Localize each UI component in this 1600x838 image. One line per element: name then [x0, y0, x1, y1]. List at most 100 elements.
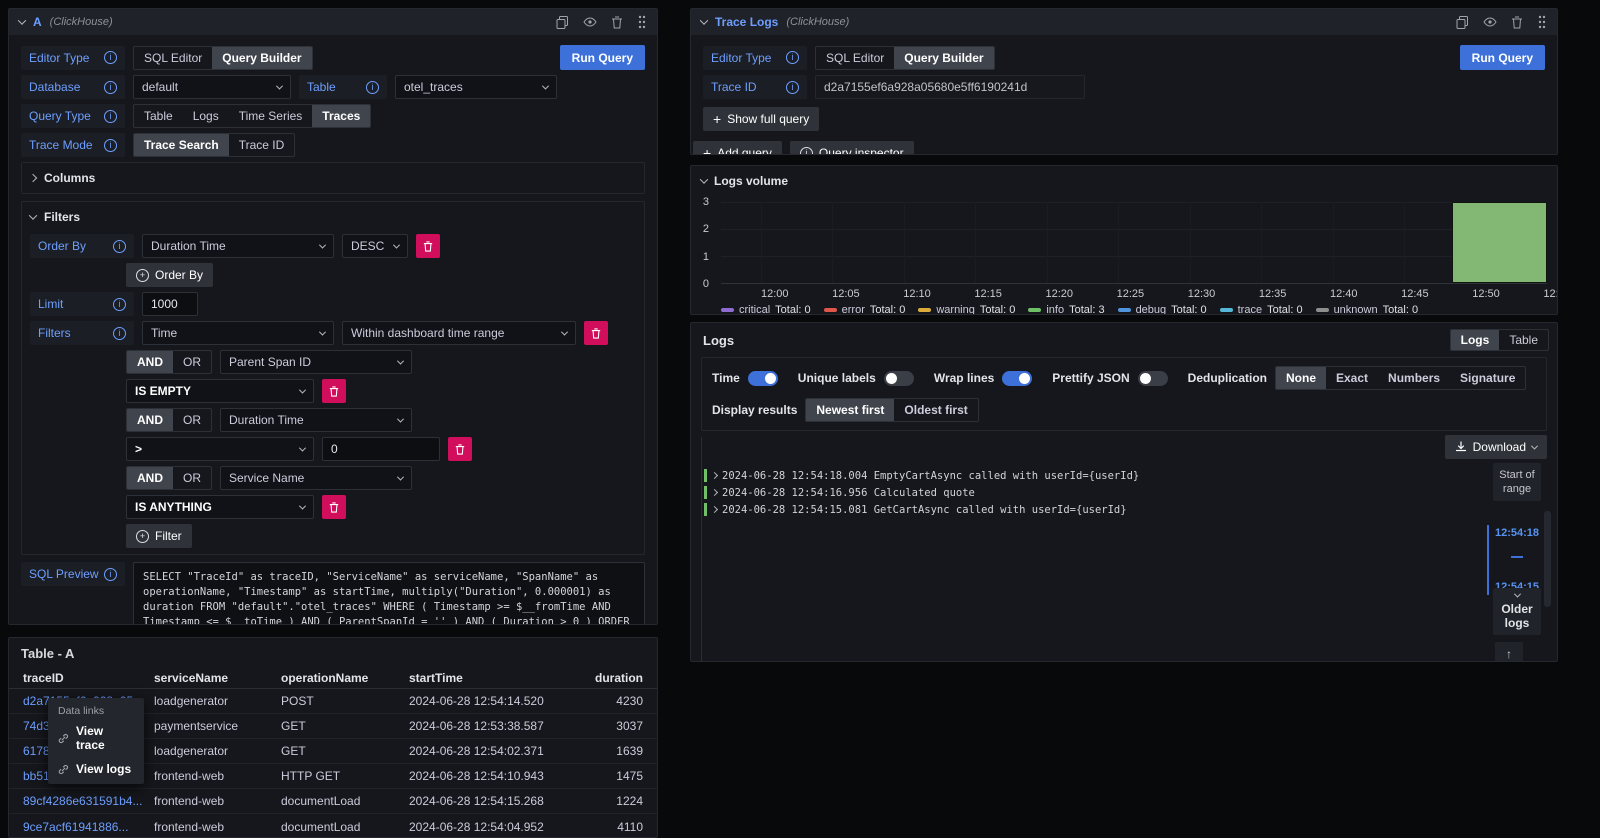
info-icon[interactable]: i — [786, 81, 799, 94]
info-icon[interactable]: i — [104, 51, 117, 64]
trace-id-link[interactable]: 89cf4286e631591b4... — [23, 794, 154, 808]
add-filter-button[interactable]: +Filter — [126, 524, 192, 548]
remove-condition-button[interactable] — [322, 495, 346, 519]
filter-field-select[interactable]: Time — [142, 321, 334, 345]
log-row[interactable]: 2024-06-28 12:54:15.081 GetCartAsync cal… — [704, 501, 1547, 518]
log-range-minimap[interactable]: 12:54:18 12:54:15 — [1487, 525, 1541, 595]
query-inspector-button[interactable]: iQuery inspector — [790, 141, 914, 155]
logs-volume-chart[interactable] — [721, 202, 1547, 284]
info-icon[interactable]: i — [786, 51, 799, 64]
scroll-to-top-button[interactable]: ↑ — [1495, 642, 1523, 662]
view-trace-menu-item[interactable]: View trace — [48, 719, 144, 757]
legend-item[interactable]: infoTotal: 3 — [1028, 304, 1104, 315]
option-logs[interactable]: Logs — [183, 105, 229, 127]
older-logs-button[interactable]: Older logs — [1493, 588, 1541, 635]
legend-item[interactable]: warningTotal: 0 — [918, 304, 1015, 315]
option-or[interactable]: OR — [173, 409, 211, 431]
option-time-series[interactable]: Time Series — [229, 105, 313, 127]
remove-order-by-button[interactable] — [416, 234, 440, 258]
prettify-json-toggle[interactable] — [1138, 371, 1168, 386]
condition-operator-select[interactable]: > — [126, 437, 314, 461]
option-trace-id[interactable]: Trace ID — [229, 134, 295, 156]
collapse-chevron-icon[interactable] — [18, 16, 26, 24]
order-by-field-select[interactable]: Duration Time — [142, 234, 334, 258]
add-order-by-button[interactable]: +Order By — [126, 263, 213, 287]
column-header[interactable]: traceID — [23, 671, 154, 685]
option-and[interactable]: AND — [127, 351, 173, 373]
trace-id-link[interactable]: 9ce7acf61941886... — [23, 820, 154, 834]
option-newest-first[interactable]: Newest first — [806, 399, 894, 421]
option-table[interactable]: Table — [1499, 330, 1548, 350]
log-row[interactable]: 2024-06-28 12:54:18.004 EmptyCartAsync c… — [704, 467, 1547, 484]
option-and[interactable]: AND — [127, 467, 173, 489]
option-sql-editor[interactable]: SQL Editor — [134, 47, 212, 69]
drag-handle-icon[interactable] — [637, 15, 647, 29]
column-header[interactable]: operationName — [281, 671, 409, 685]
duplicate-icon[interactable] — [556, 16, 569, 29]
unique-labels-toggle[interactable] — [884, 371, 914, 386]
logs-volume-header[interactable]: Logs volume — [691, 166, 1557, 188]
database-select[interactable]: default — [133, 75, 291, 99]
download-button[interactable]: Download — [1445, 435, 1547, 459]
panel-title[interactable]: Trace Logs — [715, 15, 778, 29]
condition-field-select[interactable]: Service Name — [220, 466, 412, 490]
info-icon[interactable]: i — [104, 568, 117, 581]
condition-operator-select[interactable]: IS ANYTHING — [126, 495, 314, 519]
filter-time-range-select[interactable]: Within dashboard time range — [342, 321, 576, 345]
condition-value-input[interactable]: 0 — [322, 437, 440, 461]
info-icon[interactable]: i — [113, 327, 126, 340]
drag-handle-icon[interactable] — [1537, 15, 1547, 29]
add-query-button[interactable]: +Add query — [693, 141, 782, 155]
option-sql-editor[interactable]: SQL Editor — [816, 47, 894, 69]
panel-title[interactable]: A — [33, 15, 42, 29]
view-logs-menu-item[interactable]: View logs — [48, 757, 144, 781]
option-table[interactable]: Table — [134, 105, 183, 127]
time-toggle[interactable] — [748, 371, 778, 386]
option-logs[interactable]: Logs — [1451, 330, 1500, 350]
collapse-chevron-icon[interactable] — [700, 16, 708, 24]
run-query-button[interactable]: Run Query — [560, 45, 645, 70]
expand-chevron-icon[interactable] — [711, 472, 718, 479]
trash-icon[interactable] — [1511, 16, 1523, 29]
legend-item[interactable]: criticalTotal: 0 — [721, 304, 811, 315]
option-traces[interactable]: Traces — [312, 105, 370, 127]
limit-input[interactable]: 1000 — [142, 292, 198, 316]
condition-field-select[interactable]: Parent Span ID — [220, 350, 412, 374]
scrollbar[interactable] — [1544, 511, 1551, 607]
eye-icon[interactable] — [583, 15, 597, 29]
info-icon[interactable]: i — [104, 139, 117, 152]
option-or[interactable]: OR — [173, 351, 211, 373]
legend-item[interactable]: traceTotal: 0 — [1220, 304, 1303, 315]
info-icon[interactable]: i — [104, 110, 117, 123]
columns-section-header[interactable]: Columns — [30, 169, 636, 187]
column-header[interactable]: startTime — [409, 671, 569, 685]
expand-chevron-icon[interactable] — [711, 506, 718, 513]
legend-item[interactable]: debugTotal: 0 — [1118, 304, 1207, 315]
info-icon[interactable]: i — [104, 81, 117, 94]
option-numbers[interactable]: Numbers — [1378, 367, 1450, 389]
duplicate-icon[interactable] — [1456, 16, 1469, 29]
condition-operator-select[interactable]: IS EMPTY — [126, 379, 314, 403]
info-icon[interactable]: i — [113, 240, 126, 253]
info-icon[interactable]: i — [366, 81, 379, 94]
eye-icon[interactable] — [1483, 15, 1497, 29]
option-exact[interactable]: Exact — [1326, 367, 1378, 389]
trace-id-input[interactable]: d2a7155ef6a928a05680e5ff6190241d — [815, 75, 1085, 99]
order-by-direction-select[interactable]: DESC — [342, 234, 408, 258]
show-full-query-button[interactable]: +Show full query — [703, 107, 819, 131]
remove-filter-button[interactable] — [584, 321, 608, 345]
table-select[interactable]: otel_traces — [395, 75, 557, 99]
option-signature[interactable]: Signature — [1450, 367, 1525, 389]
option-trace-search[interactable]: Trace Search — [134, 134, 229, 156]
option-or[interactable]: OR — [173, 467, 211, 489]
expand-chevron-icon[interactable] — [711, 489, 718, 496]
option-oldest-first[interactable]: Oldest first — [894, 399, 977, 421]
log-row[interactable]: 2024-06-28 12:54:16.956 Calculated quote — [704, 484, 1547, 501]
legend-item[interactable]: unknownTotal: 0 — [1316, 304, 1419, 315]
column-header[interactable]: duration — [569, 671, 643, 685]
option-none[interactable]: None — [1276, 367, 1326, 389]
option-and[interactable]: AND — [127, 409, 173, 431]
remove-condition-button[interactable] — [322, 379, 346, 403]
filters-section-header[interactable]: Filters — [30, 208, 636, 226]
logs-volume-bar[interactable] — [1452, 202, 1547, 283]
